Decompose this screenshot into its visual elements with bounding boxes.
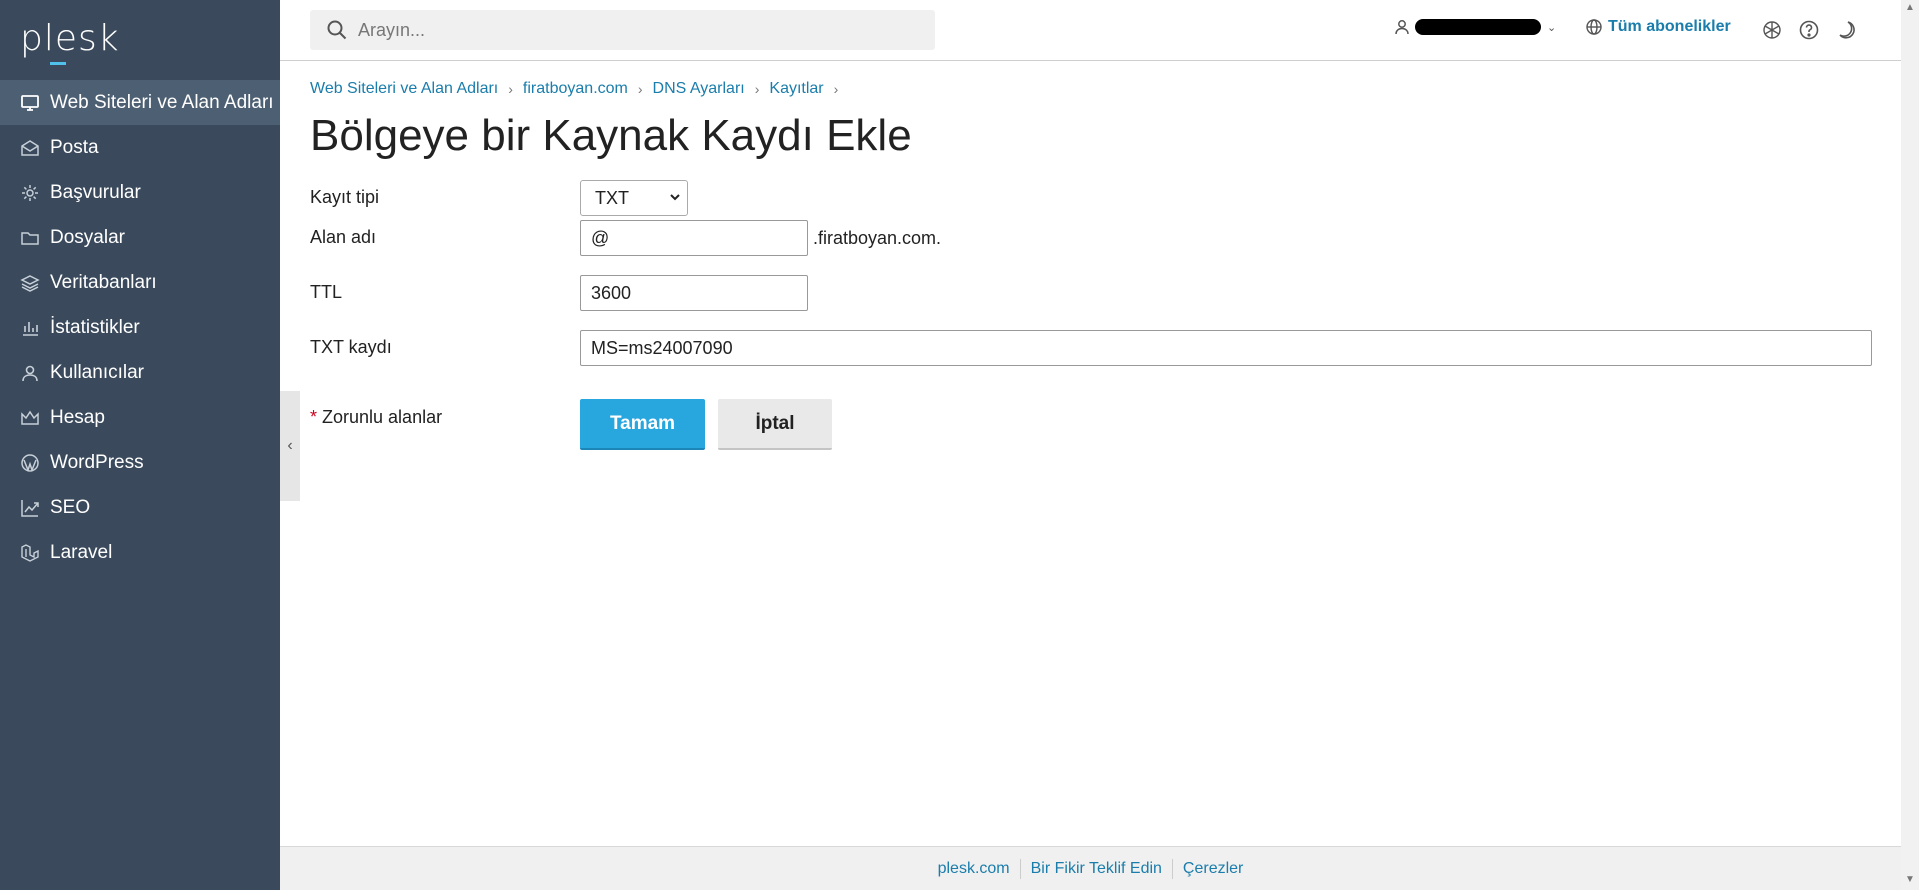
chevron-down-icon: ⌄ [1547,21,1557,34]
ttl-label: TTL [310,282,343,302]
logo-text: plesk [20,18,120,59]
search-box [310,10,935,50]
crown-icon [20,408,40,428]
ttl-input[interactable] [580,275,808,311]
chevron-right-icon: › [754,81,760,97]
sidebar-item-label: Veritabanları [50,271,157,293]
sidebar-item-label: Dosyalar [50,226,125,248]
footer-link-feedback[interactable]: Bir Fikir Teklif Edin [1021,860,1172,878]
page-scrollbar[interactable]: ▲ ▼ [1901,0,1919,890]
gear-icon [20,183,40,203]
sidebar-item-databases[interactable]: Veritabanları [0,260,280,305]
topbar: ⌄ Tüm abonelikler [280,0,1901,61]
envelope-icon [20,138,40,158]
sidebar-nav: Web Siteleri ve Alan Adları Posta Başvur… [0,80,280,575]
scroll-down-icon[interactable]: ▼ [1905,874,1915,885]
sidebar-item-label: Web Siteleri ve Alan Adları [50,91,274,113]
sidebar-item-label: SEO [50,496,91,518]
moon-icon[interactable] [1835,19,1857,41]
footer: plesk.com Bir Fikir Teklif Edin Çerezler [280,846,1901,890]
chevron-right-icon: › [508,81,513,97]
sidebar-item-seo[interactable]: SEO [0,485,280,530]
footer-link-cookies[interactable]: Çerezler [1173,860,1253,878]
sidebar-item-label: Kullanıcılar [50,361,144,383]
sidebar-item-label: Başvurular [50,181,141,203]
txt-record-label: TXT kaydı [310,337,392,357]
breadcrumb: Web Siteleri ve Alan Adları › firatboyan… [310,80,848,98]
sidebar-item-wordpress[interactable]: WordPress [0,440,280,485]
search-icon [327,20,347,40]
footer-link-plesk[interactable]: plesk.com [928,860,1020,878]
chevron-left-icon: ‹ [287,437,293,454]
trend-chart-icon [20,498,40,518]
cancel-button[interactable]: İptal [718,399,832,450]
domain-input[interactable] [580,220,808,256]
ok-button[interactable]: Tamam [580,399,705,450]
scroll-up-icon[interactable]: ▲ [1905,2,1915,13]
wordpress-icon [20,453,40,473]
sidebar-item-label: WordPress [50,451,144,473]
sidebar: plesk Web Siteleri ve Alan Adları Posta … [0,0,280,890]
bar-chart-icon [20,318,40,338]
breadcrumb-domain[interactable]: firatboyan.com [523,80,628,98]
sidebar-item-laravel[interactable]: Laravel [0,530,280,575]
required-fields-label: Zorunlu alanlar [322,407,443,427]
sidebar-item-label: Laravel [50,541,113,563]
record-type-select[interactable]: TXT [580,180,688,216]
monitor-icon [20,93,40,113]
sidebar-item-users[interactable]: Kullanıcılar [0,350,280,395]
sidebar-item-applications[interactable]: Başvurular [0,170,280,215]
help-icon[interactable] [1798,19,1820,41]
domain-suffix: .firatboyan.com. [813,228,942,248]
redacted-username [1415,19,1541,35]
breadcrumb-websites[interactable]: Web Siteleri ve Alan Adları [310,80,498,98]
layers-icon [20,273,40,293]
user-icon [1395,20,1409,35]
user-menu[interactable]: ⌄ [1393,18,1556,36]
folder-icon [20,228,40,248]
sidebar-item-statistics[interactable]: İstatistikler [0,305,280,350]
sidebar-item-websites[interactable]: Web Siteleri ve Alan Adları [0,80,280,125]
sidebar-item-mail[interactable]: Posta [0,125,280,170]
sidebar-item-label: Posta [50,136,99,158]
record-type-value: TXT [595,187,629,208]
record-type-label: Kayıt tipi [310,187,380,207]
required-fields-note: * Zorunlu alanlar [310,407,442,428]
domain-label: Alan adı [310,227,377,247]
subscriptions-selector[interactable]: Tüm abonelikler [1585,18,1731,36]
logo-accent [50,62,66,65]
search-input[interactable] [358,19,918,41]
sidebar-item-files[interactable]: Dosyalar [0,215,280,260]
required-star: * [310,407,318,427]
sidebar-item-label: Hesap [50,406,105,428]
chevron-right-icon: › [833,81,839,97]
globe-icon [1586,19,1602,35]
breadcrumb-dns-settings[interactable]: DNS Ayarları [653,80,745,98]
laravel-icon [20,543,40,563]
page-title: Bölgeye bir Kaynak Kaydı Ekle [310,111,912,160]
plesk-logo[interactable]: plesk [20,18,120,65]
txt-record-input[interactable] [580,330,1872,366]
sidebar-item-account[interactable]: Hesap [0,395,280,440]
extensions-icon[interactable] [1761,19,1783,41]
sidebar-item-label: İstatistikler [50,316,140,338]
chevron-down-icon [670,194,680,201]
breadcrumb-records[interactable]: Kayıtlar [769,80,823,98]
user-icon [20,363,40,383]
chevron-right-icon: › [637,81,643,97]
subscriptions-label: Tüm abonelikler [1608,18,1731,35]
sidebar-collapse-handle[interactable]: ‹ [280,391,300,501]
